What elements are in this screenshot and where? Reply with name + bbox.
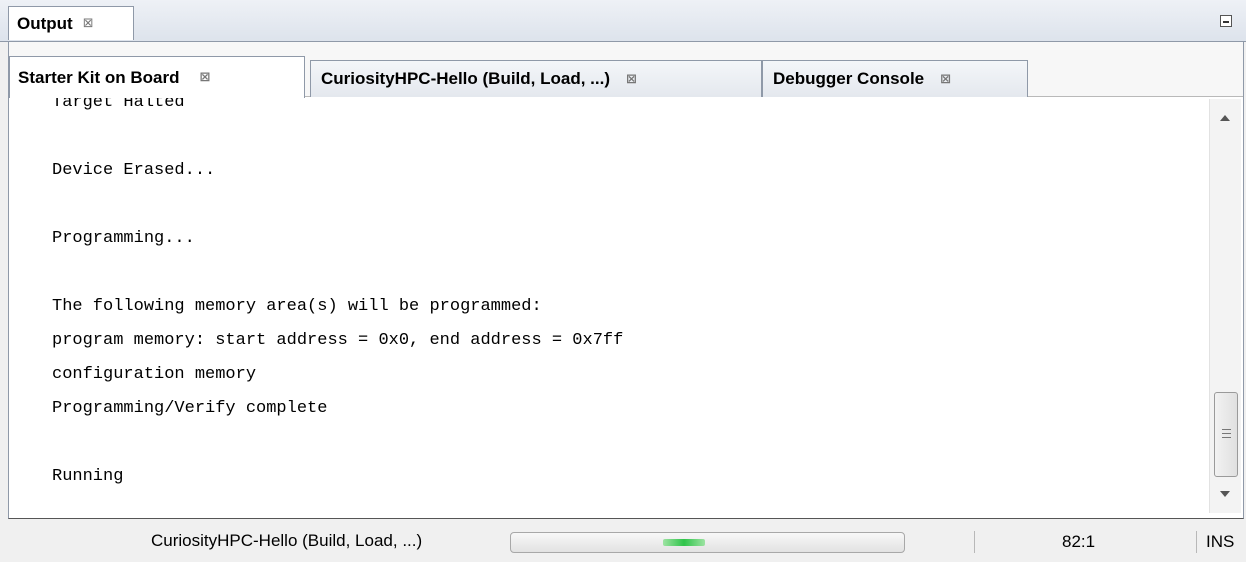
task-label: CuriosityHPC-Hello (Build, Load, ...) [151,531,423,550]
progress-bar [510,532,905,553]
console-line: Programming/Verify complete [52,399,328,418]
tab-starter-kit-on-board[interactable]: Starter Kit on Board ⊠ [9,56,305,98]
close-icon[interactable]: ⊠ [83,16,94,31]
console-line: Running [52,467,124,486]
scrollbar-thumb[interactable] [1214,392,1238,477]
tab-label: Debugger Console [773,69,925,88]
close-icon[interactable]: ⊠ [200,70,211,85]
minimize-icon[interactable] [1220,15,1232,27]
scroll-down-arrow-icon[interactable] [1220,491,1230,497]
status-bar: CuriosityHPC-Hello (Build, Load, ...) 82… [0,519,1246,562]
tab-label: Starter Kit on Board [18,67,180,87]
grip-icon [1222,429,1231,438]
scroll-up-arrow-icon[interactable] [1220,115,1230,121]
tab-label: CuriosityHPC-Hello (Build, Load, ...) [321,69,610,88]
tab-curiosityhpc-hello[interactable]: CuriosityHPC-Hello (Build, Load, ...) ⊠ [310,60,762,97]
tab-debugger-console[interactable]: Debugger Console ⊠ [762,60,1028,97]
output-panel: Starter Kit on Board ⊠ CuriosityHPC-Hell… [8,42,1244,519]
vertical-scrollbar[interactable] [1209,99,1241,513]
console-line: Target Halted [52,98,185,112]
console-output[interactable]: Target Halted Device Erased... Programmi… [11,98,1207,514]
status-separator [1196,531,1197,553]
console-line: configuration memory [52,365,257,384]
close-icon[interactable]: ⊠ [626,72,637,87]
insert-mode: INS [1206,532,1235,551]
console-line: Device Erased... [52,161,216,180]
console-tab-strip: Starter Kit on Board ⊠ CuriosityHPC-Hell… [9,42,1243,98]
cursor-position: 82:1 [1062,532,1096,551]
status-separator [974,531,975,553]
console-line: program memory: start address = 0x0, end… [52,331,624,350]
output-window-header: Output ⊠ [0,0,1246,42]
output-tab-label: Output [17,13,73,33]
output-tab[interactable]: Output ⊠ [8,6,134,40]
console-line: Programming... [52,229,195,248]
progress-indicator [663,539,705,546]
close-icon[interactable]: ⊠ [940,72,951,87]
console-line: The following memory area(s) will be pro… [52,297,542,316]
